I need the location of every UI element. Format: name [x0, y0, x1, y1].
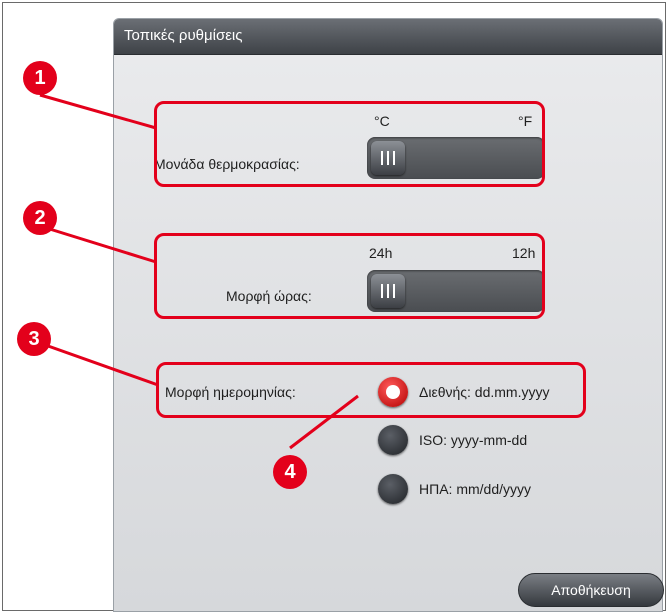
callout-leader-lines — [33, 93, 359, 450]
callout-badge-1: 1 — [23, 61, 57, 95]
callout-badge-4: 4 — [273, 455, 307, 489]
callout-badge-3: 3 — [17, 322, 51, 356]
callout-badge-2: 2 — [23, 201, 57, 235]
